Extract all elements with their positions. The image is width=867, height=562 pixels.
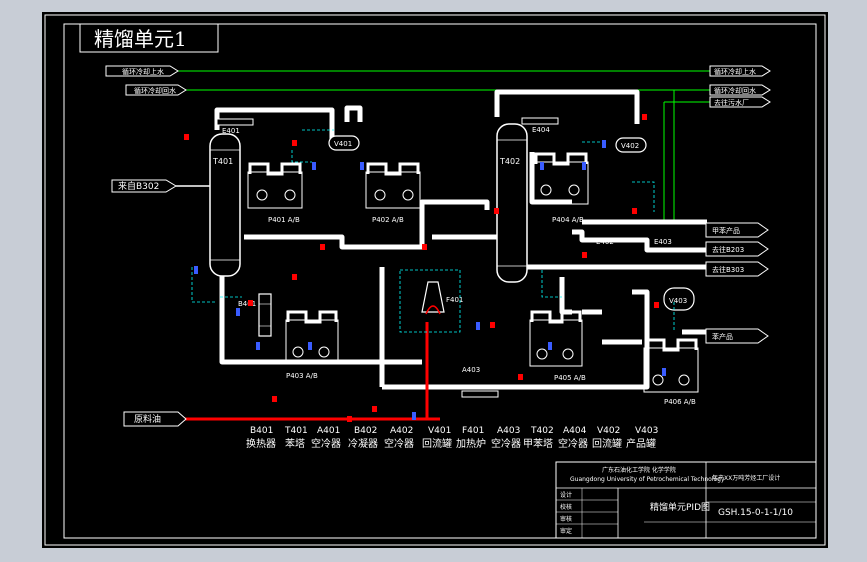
legend-code-5: A402	[390, 426, 413, 436]
feed-inlet-label: 来自B302	[118, 180, 159, 192]
svg-text:P406 A/B: P406 A/B	[664, 398, 696, 406]
legend-name-1: 换热器	[246, 437, 276, 450]
svg-text:V402: V402	[621, 142, 639, 150]
column-t401: T401	[209, 133, 241, 277]
legend-code-10: A404	[563, 426, 587, 436]
svg-text:A403: A403	[462, 366, 480, 374]
stage: 精馏单元1 循环冷却上水 循环冷却回水 循环冷却上水 循环冷却回水 去往污水厂	[0, 0, 867, 562]
legend-code-1: B401	[250, 426, 273, 436]
project-name: 年产XX万吨芳烃工厂设计	[712, 474, 780, 482]
svg-text:P405 A/B: P405 A/B	[554, 374, 586, 382]
page-title: 精馏单元1	[94, 27, 187, 51]
legend-code-9: T402	[530, 426, 554, 436]
legend-code-3: A401	[317, 426, 340, 436]
svg-text:F401: F401	[446, 296, 463, 304]
outlet-benzene: 苯产品	[712, 332, 733, 341]
svg-text:E402: E402	[596, 238, 614, 246]
outlet-b303: 去往B303	[712, 265, 744, 274]
svg-text:E404: E404	[532, 126, 550, 134]
product-outlets: 甲苯产品 去往B203 去往B303 苯产品	[705, 222, 769, 344]
pump-frames	[247, 161, 699, 393]
legend-code-2: T401	[284, 426, 308, 436]
svg-text:校核: 校核	[560, 503, 572, 511]
equipment-legend: B401 换热器 T401 苯塔 A401 空冷器 B402 冷凝器 A402 …	[246, 426, 658, 450]
legend-name-10: 空冷器	[558, 437, 588, 450]
drum-v401: V401	[328, 135, 360, 151]
drum-v402: V402	[615, 137, 647, 153]
svg-text:V403: V403	[669, 297, 687, 305]
legend-code-4: B402	[354, 426, 377, 436]
svg-text:V401: V401	[334, 140, 352, 148]
drum-v403: V403	[663, 287, 695, 311]
svg-text:E401: E401	[222, 127, 240, 135]
tag-t402: T402	[499, 157, 520, 166]
svg-text:P403 A/B: P403 A/B	[286, 372, 318, 380]
legend-name-11: 回流罐	[592, 437, 622, 450]
outlet-toluene: 甲苯产品	[712, 226, 740, 235]
legend-name-12: 产品罐	[626, 437, 656, 450]
cw-supply-in-label: 循环冷却上水	[122, 67, 164, 76]
legend-name-3: 空冷器	[311, 437, 341, 450]
pump-symbols	[256, 184, 690, 386]
legend-name-5: 空冷器	[384, 437, 414, 450]
school-name-cn: 广东石油化工学院 化学学院	[602, 466, 676, 474]
pid-diagram: 精馏单元1 循环冷却上水 循环冷却回水 循环冷却上水 循环冷却回水 去往污水厂	[44, 14, 826, 546]
furnace-f401: F401	[399, 269, 463, 333]
svg-text:审定: 审定	[560, 527, 572, 535]
legend-code-11: V402	[597, 426, 620, 436]
legend-name-4: 冷凝器	[348, 437, 378, 450]
raw-material-line: 原料油	[123, 322, 440, 427]
title-block: 广东石油化工学院 化学学院 Guangdong University of Pe…	[555, 461, 817, 539]
svg-text:P404 A/B: P404 A/B	[552, 216, 584, 224]
legend-name-7: 加热炉	[456, 437, 486, 450]
legend-code-6: V401	[428, 426, 451, 436]
drawing-sheet: 精馏单元1 循环冷却上水 循环冷却回水 循环冷却上水 循环冷却回水 去往污水厂	[42, 12, 828, 548]
school-name-en: Guangdong University of Petrochemical Te…	[570, 476, 725, 483]
svg-text:设计: 设计	[560, 491, 572, 499]
svg-text:P402 A/B: P402 A/B	[372, 216, 404, 224]
outlet-b203: 去往B203	[712, 245, 744, 254]
legend-code-12: V403	[635, 426, 658, 436]
column-t402: T402	[496, 123, 528, 283]
legend-name-2: 苯塔	[285, 437, 305, 450]
svg-text:审核: 审核	[560, 515, 572, 523]
svg-text:P401 A/B: P401 A/B	[268, 216, 300, 224]
legend-code-8: A403	[497, 426, 520, 436]
cw-return-in-label: 循环冷却回水	[134, 86, 176, 95]
wastewater-label: 去往污水厂	[714, 98, 749, 107]
svg-text:E403: E403	[654, 238, 672, 246]
drawing-number: GSH.15-0-1-1/10	[718, 508, 793, 518]
cw-supply-out-label: 循环冷却上水	[714, 67, 756, 76]
legend-code-7: F401	[462, 426, 484, 436]
pump-boxes	[248, 152, 698, 352]
exchanger-b401: B401	[238, 293, 272, 337]
legend-name-8: 空冷器	[491, 437, 521, 450]
tag-t401: T401	[212, 157, 233, 166]
legend-name-9: 甲苯塔	[523, 437, 553, 450]
svg-text:B401: B401	[238, 300, 256, 308]
utility-lines: 循环冷却上水 循环冷却回水 循环冷却上水 循环冷却回水 去往污水厂	[105, 65, 771, 222]
raw-material-label: 原料油	[134, 413, 161, 425]
inner-frame	[63, 23, 817, 539]
legend-name-6: 回流罐	[422, 437, 452, 450]
drawing-name: 精馏单元PID图	[650, 501, 710, 513]
air-coolers: E401 E404 A403 E402 E403	[216, 117, 672, 398]
cw-return-out-label: 循环冷却回水	[714, 86, 756, 95]
